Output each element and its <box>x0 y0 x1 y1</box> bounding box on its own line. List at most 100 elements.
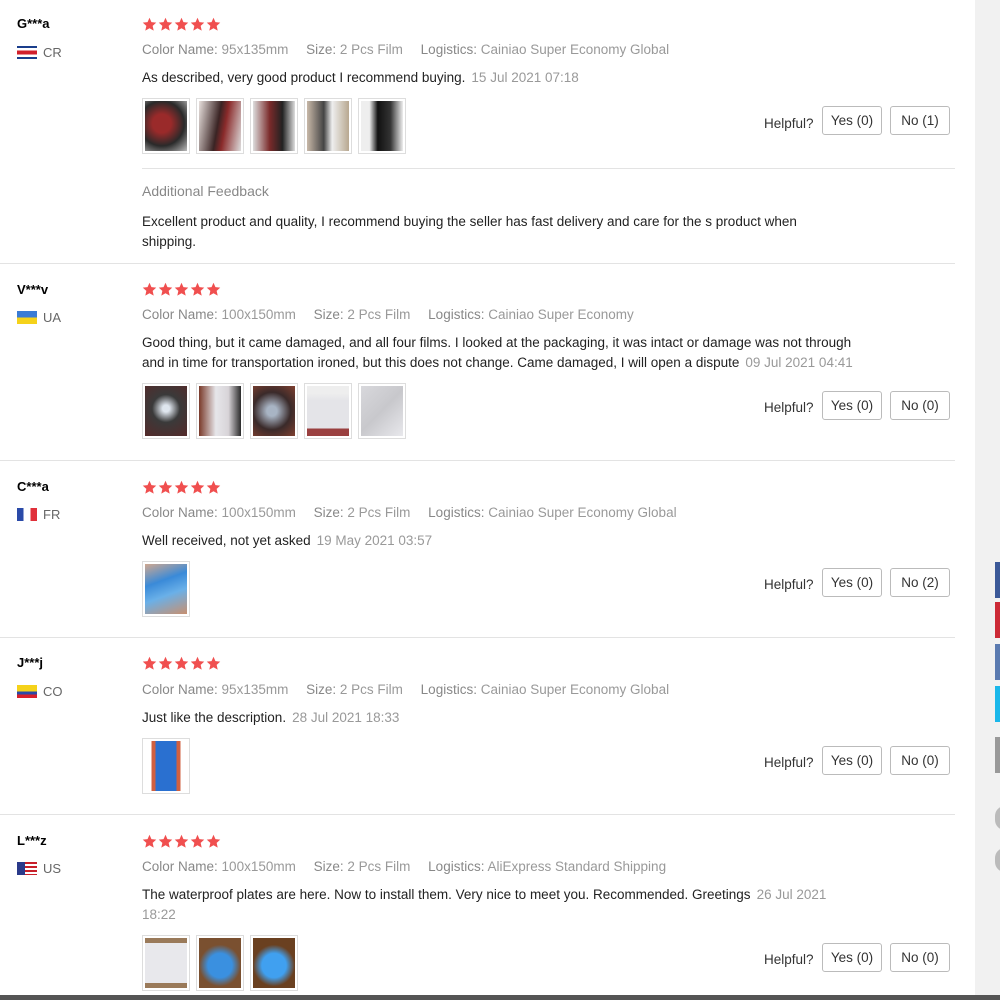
review-meta: Color Name: 95x135mm Size: 2 Pcs Film Lo… <box>142 682 683 697</box>
star-icon <box>190 834 205 848</box>
review-photo[interactable] <box>142 935 190 991</box>
color-value: 100x150mm <box>221 307 296 322</box>
helpful-no-button[interactable]: No (0) <box>890 391 950 420</box>
star-icon <box>142 656 157 670</box>
star-rating <box>142 282 221 297</box>
star-icon <box>190 656 205 670</box>
review-meta: Color Name: 100x150mm Size: 2 Pcs Film L… <box>142 505 691 520</box>
color-value: 100x150mm <box>221 859 296 874</box>
reviewer-country: CR <box>17 45 62 60</box>
star-rating <box>142 656 221 671</box>
facebook-share-icon[interactable] <box>995 562 1000 598</box>
helpful-yes-button[interactable]: Yes (0) <box>822 943 882 972</box>
helpful-label: Helpful? <box>764 400 814 415</box>
review-photo[interactable] <box>358 383 406 439</box>
size-label: Size: <box>313 505 344 520</box>
helpful-label: Helpful? <box>764 116 814 131</box>
star-icon <box>190 480 205 494</box>
review-photo[interactable] <box>196 935 244 991</box>
review-meta: Color Name: 95x135mm Size: 2 Pcs Film Lo… <box>142 42 683 57</box>
flag-ua-icon <box>17 311 37 324</box>
helpful-yes-button[interactable]: Yes (0) <box>822 106 882 135</box>
star-rating <box>142 834 221 849</box>
review-photo[interactable] <box>358 98 406 154</box>
helpful-no-button[interactable]: No (1) <box>890 106 950 135</box>
helpful-yes-button[interactable]: Yes (0) <box>822 391 882 420</box>
share-more-icon[interactable] <box>995 737 1000 773</box>
star-icon <box>158 656 173 670</box>
review-body: The waterproof plates are here. Now to i… <box>142 887 751 902</box>
reviewer-name: C***a <box>17 479 49 494</box>
color-label: Color Name: <box>142 307 218 322</box>
review-photo[interactable] <box>196 383 244 439</box>
review-date: 28 Jul 2021 18:33 <box>292 710 400 725</box>
review-meta: Color Name: 100x150mm Size: 2 Pcs Film L… <box>142 859 680 874</box>
star-rating <box>142 17 221 32</box>
star-icon <box>190 17 205 31</box>
review-photo[interactable] <box>250 383 298 439</box>
review-photo[interactable] <box>142 561 190 617</box>
review-photo[interactable] <box>142 383 190 439</box>
helpful-yes-button[interactable]: Yes (0) <box>822 568 882 597</box>
reviews-page: G***a CR Color Name: 95x135mm Size: 2 Pc… <box>0 0 975 1000</box>
size-label: Size: <box>306 42 337 57</box>
reviewer-country: US <box>17 861 61 876</box>
divider <box>0 637 955 638</box>
helpful-no-button[interactable]: No (2) <box>890 568 950 597</box>
color-value: 100x150mm <box>221 505 296 520</box>
helpful-label: Helpful? <box>764 577 814 592</box>
star-icon <box>174 834 189 848</box>
review-date: 19 May 2021 03:57 <box>316 533 433 548</box>
review-text: Good thing, but it came damaged, and all… <box>142 333 862 373</box>
divider <box>0 814 955 815</box>
star-icon <box>158 17 173 31</box>
review-body: As described, very good product I recomm… <box>142 70 466 85</box>
star-icon <box>206 834 221 848</box>
review-photo[interactable] <box>304 98 352 154</box>
review-meta: Color Name: 100x150mm Size: 2 Pcs Film L… <box>142 307 648 322</box>
divider <box>0 263 955 264</box>
review-date: 15 Jul 2021 07:18 <box>471 70 579 85</box>
logistics-label: Logistics: <box>428 859 485 874</box>
color-label: Color Name: <box>142 859 218 874</box>
logistics-label: Logistics: <box>428 307 485 322</box>
reviewer-country: CO <box>17 684 63 699</box>
star-icon <box>142 17 157 31</box>
vk-share-icon[interactable] <box>995 644 1000 680</box>
star-icon <box>142 282 157 296</box>
star-icon <box>158 282 173 296</box>
size-value: 2 Pcs Film <box>339 682 403 697</box>
logistics-label: Logistics: <box>420 42 477 57</box>
review-photo[interactable] <box>250 935 298 991</box>
star-icon <box>206 656 221 670</box>
review-date: 09 Jul 2021 04:41 <box>745 355 853 370</box>
review-photos <box>142 98 406 154</box>
color-value: 95x135mm <box>221 682 289 697</box>
flag-us-icon <box>17 862 37 875</box>
logistics-value: Cainiao Super Economy Global <box>488 505 677 520</box>
helpful-no-button[interactable]: No (0) <box>890 943 950 972</box>
size-value: 2 Pcs Film <box>339 42 403 57</box>
logistics-label: Logistics: <box>420 682 477 697</box>
helpful-no-button[interactable]: No (0) <box>890 746 950 775</box>
star-icon <box>158 834 173 848</box>
reviewer-name: V***v <box>17 282 49 297</box>
pinterest-share-icon[interactable] <box>995 602 1000 638</box>
review-photo[interactable] <box>250 98 298 154</box>
review-photo[interactable] <box>196 98 244 154</box>
twitter-share-icon[interactable] <box>995 686 1000 722</box>
review-photo[interactable] <box>142 738 190 794</box>
country-code: UA <box>43 310 62 325</box>
review-photos <box>142 738 190 794</box>
helpful-yes-button[interactable]: Yes (0) <box>822 746 882 775</box>
review-photo[interactable] <box>304 383 352 439</box>
star-icon <box>206 17 221 31</box>
logistics-value: Cainiao Super Economy <box>488 307 634 322</box>
flag-cr-icon <box>17 46 37 59</box>
helpful-label: Helpful? <box>764 952 814 967</box>
review-photos <box>142 935 298 991</box>
reviewer-country: FR <box>17 507 60 522</box>
review-photo[interactable] <box>142 98 190 154</box>
country-code: CR <box>43 45 62 60</box>
helpful-label: Helpful? <box>764 755 814 770</box>
